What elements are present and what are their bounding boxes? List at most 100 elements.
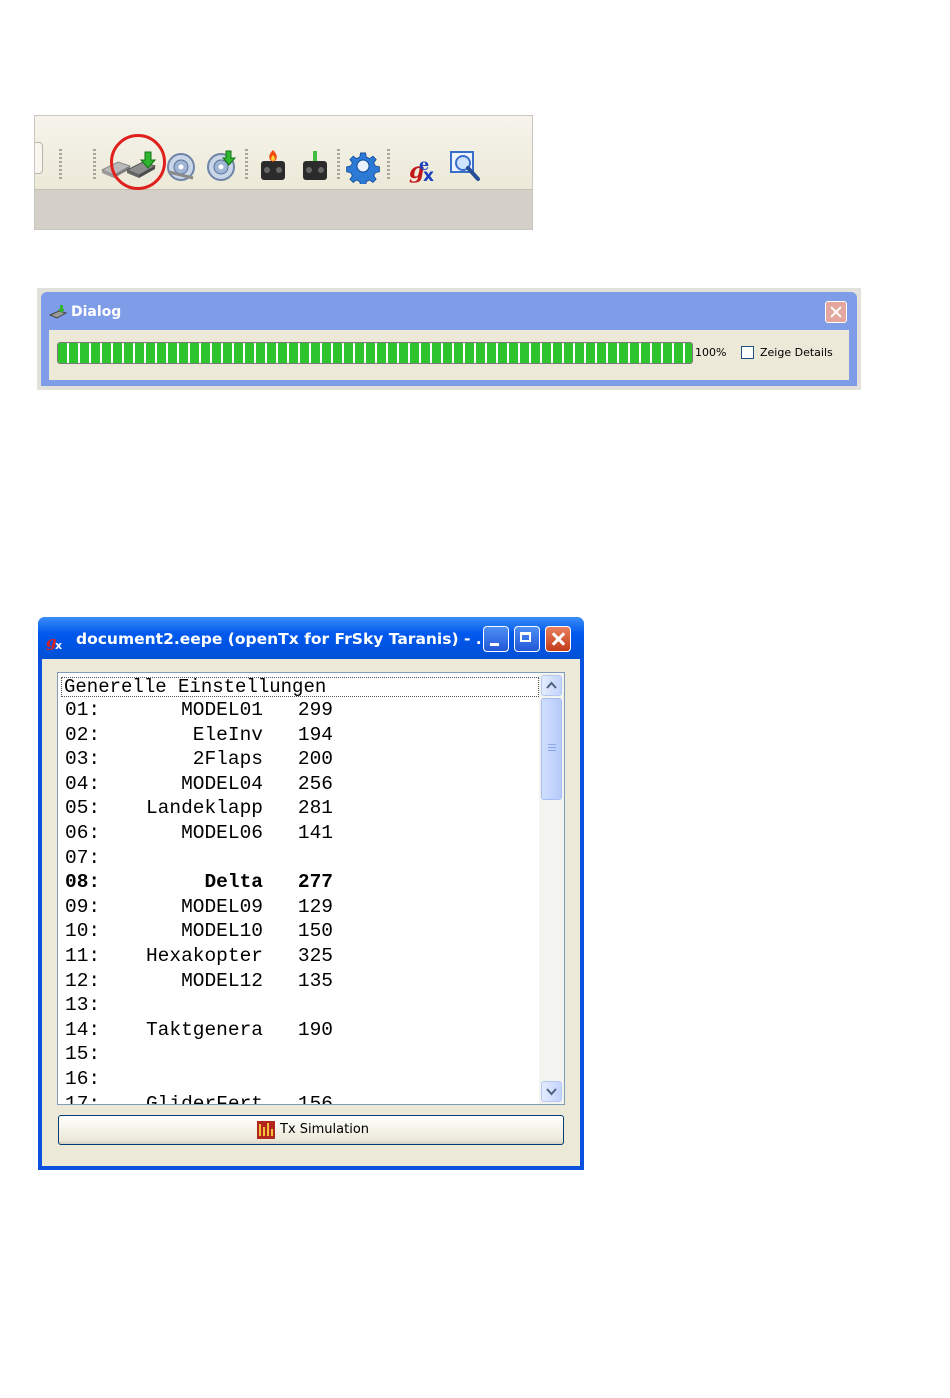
toolbar-grip	[93, 149, 96, 179]
scrollbar-thumb[interactable]	[541, 698, 562, 800]
model-slot-number: 05:	[65, 797, 101, 820]
toolbar-separator	[59, 149, 62, 179]
list-item[interactable]: 01: MODEL01 299	[65, 698, 333, 723]
toolbar-clipped-icon	[35, 142, 43, 174]
details-checkbox[interactable]	[741, 346, 754, 359]
svg-text:x: x	[55, 639, 62, 650]
model-name: 2Flaps	[192, 748, 263, 771]
tx-simulation-label: Tx Simulation	[280, 1122, 370, 1137]
model-size: 135	[297, 969, 333, 992]
tx-fire-icon[interactable]	[255, 148, 291, 184]
list-item[interactable]: 07:	[65, 846, 333, 871]
list-item[interactable]: 10: MODEL10 150	[65, 919, 333, 944]
sfx-logo-icon[interactable]: gex	[407, 148, 443, 184]
model-size: 200	[297, 748, 333, 771]
model-name: MODEL01	[181, 699, 263, 721]
model-size: 194	[297, 723, 333, 746]
list-item[interactable]: 14: Taktgenera 190	[65, 1018, 333, 1043]
tx-simulation-button[interactable]: Tx Simulation	[58, 1115, 564, 1145]
progress-percent: 100%	[695, 346, 727, 359]
window-titlebar[interactable]: g x document2.eepe (openTx for FrSky Tar…	[38, 617, 584, 659]
chevron-down-icon	[546, 1088, 557, 1096]
model-slot-number: 13:	[65, 994, 101, 1017]
model-list-viewport: Generelle Einstellungen 01: MODEL01 299 02:…	[58, 673, 539, 1104]
close-button[interactable]	[825, 301, 847, 323]
model-name: EleInv	[192, 723, 263, 746]
model-slot-number: 09:	[65, 895, 101, 918]
disk-write-icon	[49, 305, 67, 319]
model-slot-number: 14:	[65, 1018, 101, 1041]
toolbar-screenshot: gex	[34, 115, 533, 230]
model-size: 256	[297, 772, 333, 795]
model-size: 190	[297, 1018, 333, 1041]
window-title: document2.eepe (openTx for FrSky Taranis…	[76, 630, 494, 648]
app-icon: g x	[46, 633, 62, 650]
list-item[interactable]: 02: EleInv 194	[65, 723, 333, 748]
simulator-icon	[257, 1121, 275, 1139]
toolbar-separator	[245, 149, 248, 179]
model-size: 129	[297, 895, 333, 918]
model-slot-number: 06:	[65, 821, 101, 844]
settings-gear-icon[interactable]	[345, 148, 381, 184]
list-item[interactable]: 16:	[65, 1067, 333, 1092]
scroll-up-button[interactable]	[541, 675, 562, 696]
model-name: MODEL12	[181, 969, 263, 992]
list-item[interactable]: 15:	[65, 1042, 333, 1067]
radio-write-icon[interactable]	[203, 148, 239, 184]
model-name: MODEL10	[181, 920, 263, 943]
progress-dialog: Dialog 100% Zeige Details	[37, 288, 861, 390]
vertical-scrollbar[interactable]	[539, 673, 564, 1104]
list-item-general-settings[interactable]: Generelle Einstellungen	[61, 677, 539, 697]
progress-bar	[57, 342, 693, 364]
list-item[interactable]: 04: MODEL04 256	[65, 772, 333, 797]
maximize-button[interactable]	[514, 626, 540, 652]
close-button[interactable]	[545, 626, 571, 652]
list-item[interactable]: 17: GliderFert 156	[65, 1092, 333, 1105]
list-item[interactable]: 03: 2Flaps 200	[65, 747, 333, 772]
details-checkbox-label[interactable]: Zeige Details	[760, 346, 833, 359]
model-slot-number: 08:	[65, 871, 101, 894]
minimize-button[interactable]	[483, 626, 509, 652]
model-name: Taktgenera	[145, 1018, 263, 1041]
model-slot-number: 10:	[65, 920, 101, 943]
toolbar: gex	[35, 116, 532, 190]
model-slot-number: 02:	[65, 723, 101, 746]
model-slot-number: 04:	[65, 772, 101, 795]
chevron-up-icon	[546, 681, 557, 689]
list-item[interactable]: 05: Landeklapp 281	[65, 796, 333, 821]
window-client: Generelle Einstellungen 01: MODEL01 299 02:…	[42, 659, 580, 1166]
model-size: 325	[297, 944, 333, 967]
scroll-down-button[interactable]	[541, 1081, 562, 1102]
list-item[interactable]: 09: MODEL09 129	[65, 895, 333, 920]
model-slot-number: 16:	[65, 1067, 101, 1090]
model-size: 150	[297, 920, 333, 943]
model-slot-number: 11:	[65, 944, 101, 967]
list-item[interactable]: 08: Delta 277	[65, 870, 333, 895]
model-list[interactable]: Generelle Einstellungen 01: MODEL01 299 02:…	[57, 672, 565, 1105]
model-name: MODEL06	[181, 821, 263, 844]
model-name: Hexakopter	[145, 944, 263, 967]
model-slot-number: 17:	[65, 1092, 101, 1105]
radio-read-icon[interactable]	[163, 148, 199, 184]
model-name: MODEL04	[181, 772, 263, 795]
list-item[interactable]: 12: MODEL12 135	[65, 969, 333, 994]
model-name: GliderFert	[145, 1092, 263, 1105]
list-item[interactable]: 06: MODEL06 141	[65, 821, 333, 846]
list-item[interactable]: 13:	[65, 993, 333, 1018]
model-slot-number: 01:	[65, 699, 101, 721]
dialog-titlebar[interactable]: Dialog	[47, 298, 851, 330]
list-item[interactable]: 11: Hexakopter 325	[65, 944, 333, 969]
model-name: Landeklapp	[145, 797, 263, 820]
model-slot-number: 12:	[65, 969, 101, 992]
magnifier-icon[interactable]	[447, 148, 483, 184]
model-size: 156	[297, 1092, 333, 1105]
svg-text:x: x	[423, 166, 434, 184]
model-size: 299	[297, 699, 333, 721]
highlight-circle	[110, 134, 166, 190]
model-slot-number: 03:	[65, 748, 101, 771]
toolbar-separator	[337, 149, 340, 179]
dialog-title: Dialog	[71, 304, 122, 320]
toolbar-separator	[387, 149, 390, 179]
dialog-body: 100% Zeige Details	[49, 330, 849, 380]
tx-icon[interactable]	[297, 148, 333, 184]
